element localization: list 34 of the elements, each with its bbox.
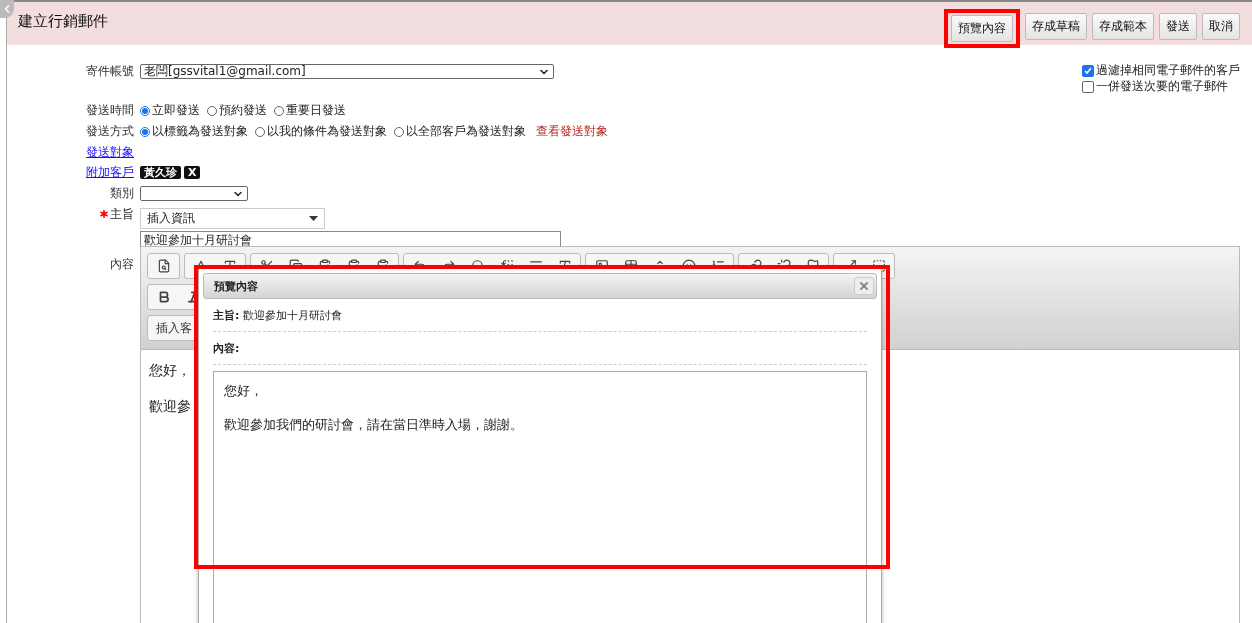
sender-select[interactable]: 老闆[gssvital1@gmail.com] <box>140 64 554 79</box>
radio-label: 立即發送 <box>152 102 200 119</box>
page-title: 建立行銷郵件 <box>18 12 108 32</box>
editor-text: 歡迎參 <box>149 398 191 416</box>
field-label: 類別 <box>109 185 134 202</box>
toolbar-button[interactable]: 發送 <box>1159 13 1197 40</box>
checkbox-label: 過濾掉相同電子郵件的客戶 <box>1096 63 1240 78</box>
field-label: 發送方式 <box>85 123 134 140</box>
preview-text: 歡迎參加我們的研討會，請在當日準時入場，謝謝。 <box>224 416 524 434</box>
view-recipients-link[interactable]: 查看發送對象 <box>536 123 608 140</box>
radio-label: 預約發送 <box>219 102 267 119</box>
dialog-title: 預覽內容 <box>214 278 258 294</box>
toolbar-button[interactable]: 存成草稿 <box>1025 13 1087 40</box>
toolbar-button[interactable]: 預覽內容 <box>951 15 1013 42</box>
field-label: 內容 <box>109 256 134 273</box>
remove-tag-button[interactable]: X <box>184 166 201 179</box>
subject-preview: 主旨: 歡迎參加十月研討會 <box>213 309 342 322</box>
customer-tag: 黃久珍 <box>140 166 181 179</box>
field-label: 寄件帳號 <box>85 63 134 80</box>
field-label: 主旨 <box>110 206 134 223</box>
editor-text: 您好， <box>149 362 191 380</box>
checkbox-label: 一併發送次要的電子郵件 <box>1096 79 1228 94</box>
recipients-link[interactable]: 發送對象 <box>7 144 134 160</box>
toolbar-button[interactable]: 取消 <box>1202 13 1240 40</box>
field-label: 發送時間 <box>85 102 134 119</box>
preview-text: 您好， <box>224 382 264 400</box>
radio-label: 重要日發送 <box>286 102 346 119</box>
radio-label: 以標籤為發送對象 <box>152 123 248 140</box>
toolbar-button[interactable]: 存成範本 <box>1092 13 1154 40</box>
radio-label: 以全部客戶為發送對象 <box>406 123 526 140</box>
attach-customer-link[interactable]: 附加客戶 <box>7 164 134 180</box>
radio-label: 以我的條件為發送對象 <box>267 123 387 140</box>
insert-info-menu[interactable]: 插入資訊 <box>140 208 325 229</box>
content-label: 內容: <box>213 342 240 355</box>
